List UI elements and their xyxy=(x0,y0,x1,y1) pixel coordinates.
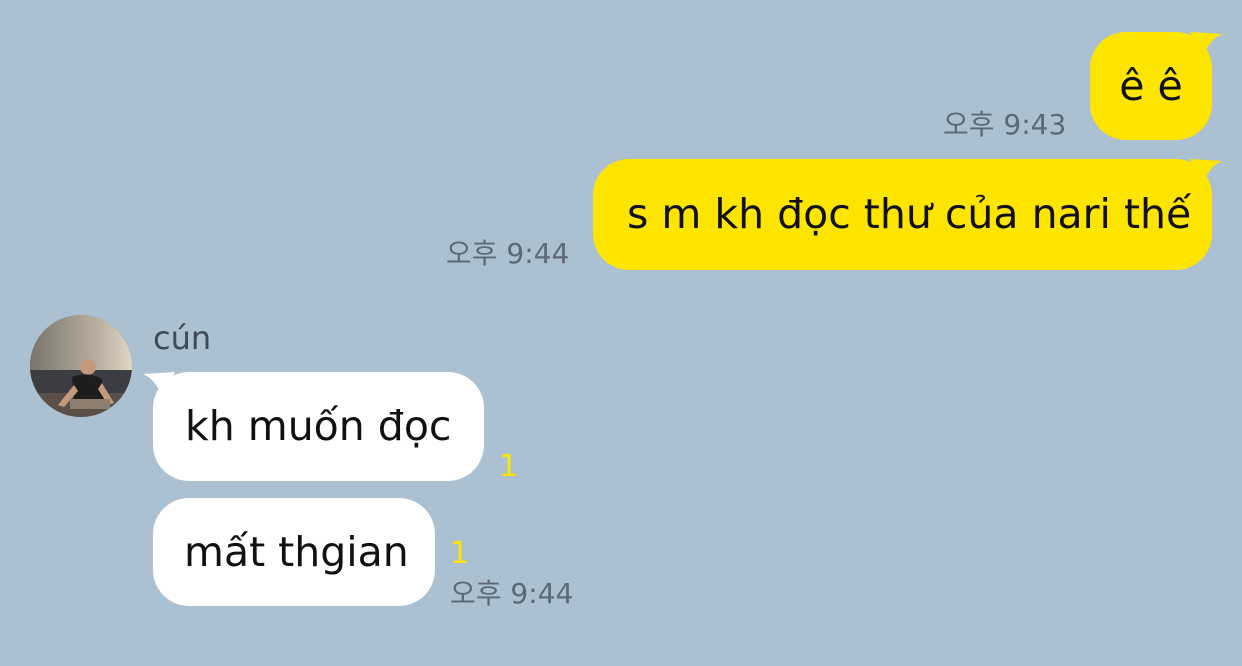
sender-name: cún xyxy=(153,319,212,357)
message-timestamp: 오후 9:44 xyxy=(446,237,570,270)
chat-message-list[interactable]: ê ê 오후 9:43 s m kh đọc thư của nari thế … xyxy=(0,0,1242,666)
message-timestamp: 오후 9:44 xyxy=(450,577,574,610)
message-text: mất thgian xyxy=(184,527,409,576)
outgoing-bubble-tail xyxy=(1190,159,1222,187)
outgoing-message-bubble[interactable]: s m kh đọc thư của nari thế xyxy=(593,159,1212,270)
incoming-message-bubble[interactable]: kh muốn đọc xyxy=(153,372,484,481)
message-timestamp: 오후 9:43 xyxy=(943,108,1067,141)
outgoing-bubble-tail xyxy=(1190,32,1222,60)
message-text: kh muốn đọc xyxy=(185,402,452,450)
sender-avatar[interactable] xyxy=(30,315,132,417)
avatar-photo-icon xyxy=(30,315,132,417)
unread-count: 1 xyxy=(499,449,519,484)
unread-count: 1 xyxy=(450,536,470,571)
message-text: s m kh đọc thư của nari thế xyxy=(627,190,1192,238)
incoming-message-bubble[interactable]: mất thgian xyxy=(153,498,435,606)
message-text: ê ê xyxy=(1119,61,1183,110)
